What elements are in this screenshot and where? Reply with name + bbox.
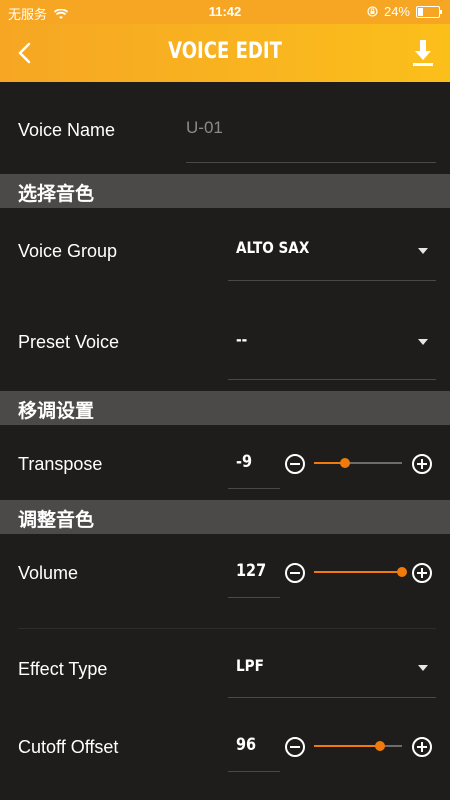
section-select-voice: 选择音色 [0, 174, 450, 208]
preset-voice-value: -- [236, 330, 248, 349]
battery-percent: 24% [383, 4, 410, 19]
transpose-decrement-button[interactable] [285, 454, 305, 474]
cutoff-offset-increment-button[interactable] [412, 737, 432, 757]
voice-name-label: Voice Name [18, 120, 116, 140]
cutoff-offset-decrement-button[interactable] [285, 737, 305, 757]
page-title: VOICE EDIT [168, 39, 282, 64]
voice-group-label: Voice Group [18, 241, 118, 261]
cutoff-offset-label: Cutoff Offset [18, 737, 119, 757]
cutoff-offset-underline [228, 771, 280, 772]
transpose-underline [228, 488, 280, 489]
back-button[interactable] [10, 36, 40, 70]
preset-voice-underline [228, 379, 436, 380]
voice-group-select[interactable]: ALTO SAX [228, 228, 438, 280]
section-select-voice-title: 选择音色 [18, 184, 95, 205]
voice-name-underline [186, 162, 436, 163]
status-right: 24% [367, 4, 442, 19]
chevron-down-icon [418, 339, 428, 345]
volume-decrement-button[interactable] [285, 563, 305, 583]
transpose-slider-thumb[interactable] [339, 458, 350, 468]
volume-slider-fill [314, 571, 402, 573]
volume-slider[interactable] [314, 567, 407, 577]
download-icon [413, 40, 433, 66]
cutoff-offset-slider-fill [314, 745, 380, 747]
transpose-increment-button[interactable] [412, 454, 432, 474]
effect-type-underline [228, 697, 436, 698]
voice-name-input[interactable]: U-01 [186, 118, 223, 138]
transpose-label: Transpose [18, 454, 103, 474]
volume-value[interactable]: 127 [236, 561, 266, 581]
battery-icon [416, 5, 442, 18]
transpose-slider[interactable] [314, 458, 402, 468]
nav-bar: VOICE EDIT [0, 24, 450, 82]
transpose-value[interactable]: -9 [236, 452, 252, 472]
volume-label: Volume [18, 563, 79, 583]
divider [18, 628, 436, 629]
section-transpose-title: 移调设置 [18, 401, 95, 422]
preset-voice-select[interactable]: -- [228, 320, 438, 378]
chevron-down-icon [418, 665, 428, 671]
voice-group-underline [228, 280, 436, 281]
volume-underline [228, 597, 280, 598]
chevron-down-icon [418, 248, 428, 254]
effect-type-value: LPF [236, 656, 264, 675]
orientation-lock-icon [367, 6, 378, 17]
voice-group-value: ALTO SAX [236, 238, 310, 257]
status-bar: 无服务 11:42 24% [0, 0, 450, 24]
preset-voice-label: Preset Voice [18, 332, 120, 352]
volume-slider-thumb[interactable] [397, 567, 407, 577]
section-transpose: 移调设置 [0, 391, 450, 425]
chevron-left-icon [18, 42, 31, 64]
volume-increment-button[interactable] [412, 563, 432, 583]
cutoff-offset-value[interactable]: 96 [236, 735, 256, 755]
cutoff-offset-slider[interactable] [314, 741, 402, 751]
download-button[interactable] [408, 37, 438, 69]
effect-type-select[interactable]: LPF [228, 646, 438, 696]
cutoff-offset-slider-thumb[interactable] [375, 741, 385, 751]
effect-type-label: Effect Type [18, 659, 108, 679]
section-adjust-voice-title: 调整音色 [18, 510, 95, 531]
section-adjust-voice: 调整音色 [0, 500, 450, 534]
